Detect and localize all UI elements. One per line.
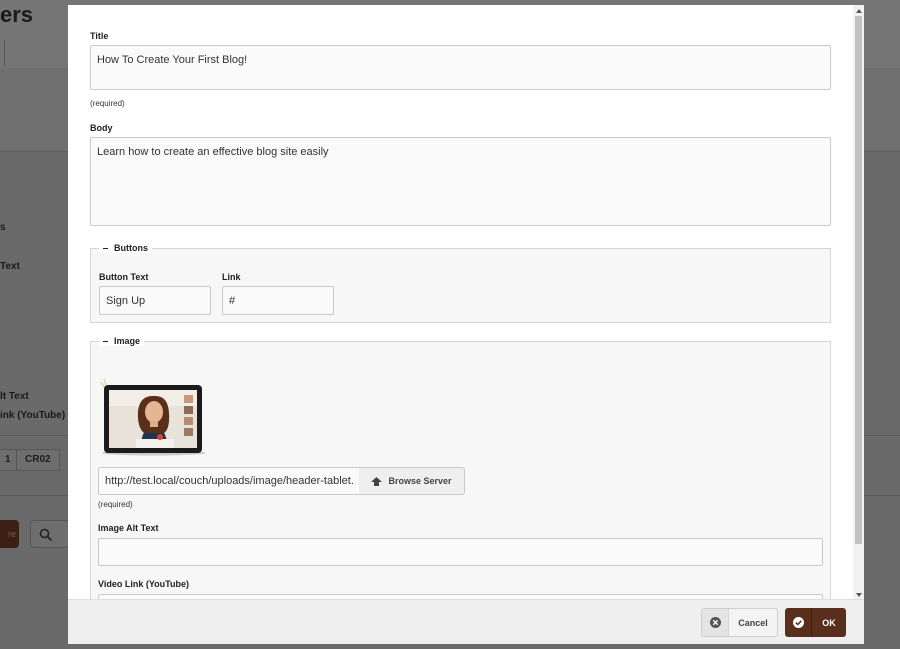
scroll-up-icon[interactable] (856, 9, 862, 13)
image-path-input[interactable] (98, 467, 360, 495)
button-text-input[interactable] (99, 286, 211, 315)
button-text-label: Button Text (99, 272, 149, 282)
buttons-legend[interactable]: Buttons (99, 243, 152, 253)
body-input[interactable]: Learn how to create an effective blog si… (90, 137, 831, 226)
image-required-hint: (required) (98, 500, 133, 509)
image-alt-text-input[interactable] (98, 538, 823, 566)
edit-dialog: Title How To Create Your First Blog! (re… (68, 5, 864, 644)
ok-label: OK (822, 617, 836, 628)
background-label: s (0, 222, 6, 233)
background-tab (0, 40, 5, 67)
background-chip: CR02 (16, 449, 60, 471)
cancel-icon (702, 609, 729, 636)
cancel-label: Cancel (738, 617, 768, 628)
upload-icon (371, 476, 383, 486)
dialog-footer: Cancel OK (68, 599, 864, 644)
title-input[interactable]: How To Create Your First Blog! (90, 45, 831, 90)
buttons-fieldset: Buttons Button Text Link (90, 243, 831, 323)
image-alt-text-label: Image Alt Text (98, 523, 159, 533)
scrollbar-thumb[interactable] (855, 16, 862, 544)
background-search-button (30, 520, 70, 548)
dialog-content[interactable]: Title How To Create Your First Blog! (re… (68, 5, 864, 599)
collapse-icon (103, 340, 108, 342)
cancel-button[interactable]: Cancel (701, 608, 778, 637)
video-link-label: Video Link (YouTube) (98, 579, 189, 589)
collapse-icon (103, 247, 108, 249)
browse-server-button[interactable]: Browse Server (359, 467, 465, 495)
search-icon (39, 528, 53, 542)
link-label: Link (222, 272, 241, 282)
check-icon (785, 608, 812, 637)
link-input[interactable] (222, 286, 334, 315)
background-label: ink (YouTube) (0, 410, 66, 421)
browse-server-label: Browse Server (388, 476, 452, 486)
background-save-button: re (0, 520, 19, 548)
background-label: lt Text (0, 391, 29, 402)
body-label: Body (90, 123, 113, 133)
image-legend-label: Image (114, 336, 141, 346)
title-label: Title (90, 31, 109, 41)
image-legend[interactable]: Image (99, 336, 145, 346)
dialog-scrollbar[interactable] (853, 5, 864, 599)
title-required-hint: (required) (90, 99, 125, 108)
background-title: ers (0, 2, 34, 27)
ok-button[interactable]: OK (785, 608, 846, 637)
scroll-down-icon[interactable] (856, 593, 862, 597)
image-preview-thumbnail[interactable] (100, 377, 212, 457)
buttons-legend-label: Buttons (114, 243, 148, 253)
background-label: Text (0, 261, 20, 272)
